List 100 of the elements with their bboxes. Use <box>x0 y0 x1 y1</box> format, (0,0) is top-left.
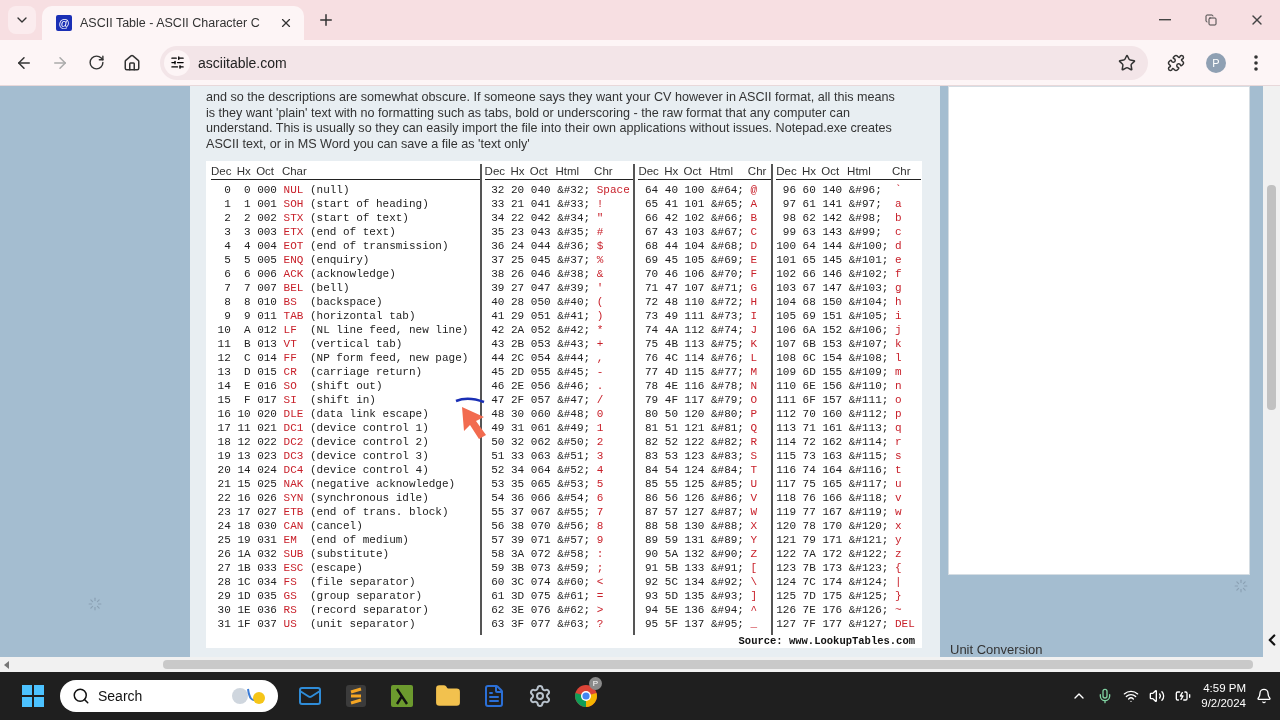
address-bar[interactable]: asciitable.com <box>160 45 1148 80</box>
battery-icon[interactable] <box>1175 688 1192 704</box>
tab-list-button[interactable] <box>8 6 36 34</box>
notification-bell-icon[interactable] <box>1256 688 1272 704</box>
html-cell-text: &#97; <box>848 196 883 211</box>
description-cell-text: (backspace) <box>309 294 384 309</box>
hex-cell: 55 <box>664 476 678 491</box>
description-cell-text: (group separator) <box>309 588 424 603</box>
hex-cell: 20 <box>511 182 525 197</box>
hex-cell: 73 <box>802 448 816 463</box>
code-cell: EOT <box>283 238 304 253</box>
favicon: @ <box>56 15 72 31</box>
oct-cell: 002 <box>257 210 277 225</box>
hex-cell-text: 8 <box>242 294 251 309</box>
horizontal-scrollbar[interactable] <box>0 657 1280 672</box>
oct-cell: 120 <box>684 406 705 421</box>
html-cell: &#74; <box>710 322 744 337</box>
oct-cell: 163 <box>822 448 843 463</box>
hex-cell: 1E <box>237 602 251 617</box>
hex-cell: 61 <box>802 196 816 211</box>
bookmark-star-icon[interactable] <box>1118 53 1136 72</box>
browser-tab[interactable]: @ ASCII Table - ASCII Character C <box>42 6 304 40</box>
dec-cell: 105 <box>776 308 796 323</box>
oct-cell: 030 <box>257 518 277 533</box>
clock[interactable]: 4:59 PM 9/2/2024 <box>1201 681 1246 711</box>
oct-cell: 046 <box>530 266 551 281</box>
oct-cell: 024 <box>257 462 277 477</box>
char-cell-text: ] <box>750 588 759 603</box>
html-cell: &#44; <box>557 350 591 365</box>
dec-cell-text: 77 <box>644 364 659 379</box>
oct-cell: 077 <box>530 616 551 631</box>
site-info-icon[interactable] <box>164 49 190 76</box>
hex-cell: 38 <box>511 518 525 533</box>
oct-cell: 001 <box>257 196 277 211</box>
oct-cell: 057 <box>530 392 551 407</box>
char-cell-text: ? <box>596 616 605 631</box>
char-cell-text: } <box>894 588 903 603</box>
dec-cell-text: 27 <box>216 560 231 575</box>
oct-cell: 170 <box>822 518 843 533</box>
taskbar-search[interactable]: Search <box>60 680 278 712</box>
column-header: Oct <box>529 163 549 179</box>
html-cell: &#85; <box>710 476 744 491</box>
oct-cell: 104 <box>684 238 705 253</box>
scrollbar-thumb[interactable] <box>163 660 1253 669</box>
oct-cell: 056 <box>530 378 551 393</box>
scrollbar-thumb[interactable] <box>1267 185 1276 410</box>
html-cell: &#115; <box>848 448 889 463</box>
column-header: Chr <box>747 163 768 179</box>
hex-cell: 29 <box>511 308 525 323</box>
oct-cell: 100 <box>684 182 705 197</box>
hex-cell: 58 <box>664 518 678 533</box>
column-header: Oct <box>683 163 703 179</box>
hex-cell: 5C <box>664 574 678 589</box>
code-cell: BEL <box>283 280 304 295</box>
html-cell: &#101; <box>848 252 889 267</box>
dec-cell-text: 30 <box>216 602 231 617</box>
oct-cell: 141 <box>822 196 843 211</box>
oct-cell: 136 <box>684 602 705 617</box>
hex-cell: 34 <box>511 462 525 477</box>
profile-badge: P <box>589 677 602 690</box>
html-cell: &#93; <box>710 588 744 603</box>
description-cell-text: (cancel) <box>309 518 364 533</box>
dec-cell-text: 91 <box>644 560 659 575</box>
oct-cell: 105 <box>684 252 705 267</box>
hex-cell: 22 <box>511 210 525 225</box>
char-cell-text: ) <box>596 308 605 323</box>
char-cell-text: ; <box>596 560 605 575</box>
oct-cell: 103 <box>684 224 705 239</box>
char-cell-text: . <box>596 378 605 393</box>
oct-cell: 175 <box>822 588 843 603</box>
html-cell: &#34; <box>557 210 591 225</box>
oct-cell: 027 <box>257 504 277 519</box>
description-cell-text: (end of trans. block) <box>309 504 450 519</box>
hex-cell-text: 7 <box>242 280 251 295</box>
sidebar-heading: Unit Conversion <box>950 642 1043 657</box>
oct-cell: 177 <box>822 616 843 631</box>
dec-cell-text: 66 <box>644 210 659 225</box>
char-cell-text: , <box>596 350 605 365</box>
hex-cell: 6A <box>802 322 816 337</box>
code-editor-icon <box>345 684 367 708</box>
dec-cell: 121 <box>776 532 796 547</box>
oct-cell: 155 <box>822 364 843 379</box>
char-cell-text: D <box>750 238 759 253</box>
code-cell: ETB <box>283 504 304 519</box>
description-cell-text: (start of text) <box>309 210 410 225</box>
hex-cell-text: 3 <box>242 224 251 239</box>
dec-cell-text: 57 <box>490 532 505 547</box>
dec-cell-text: 48 <box>490 406 505 421</box>
dec-cell-text: 37 <box>490 252 505 267</box>
speaker-icon[interactable] <box>1149 688 1166 704</box>
html-cell: &#92; <box>710 574 744 589</box>
oct-cell: 041 <box>530 196 551 211</box>
oct-cell: 052 <box>530 322 551 337</box>
oct-cell: 076 <box>530 602 551 617</box>
wifi-icon[interactable] <box>1123 688 1140 704</box>
oct-cell: 013 <box>257 336 277 351</box>
hex-cell: 10 <box>237 406 251 421</box>
hex-cell: 70 <box>802 406 816 421</box>
dec-cell: 111 <box>776 392 796 407</box>
vertical-scrollbar[interactable] <box>1263 86 1280 657</box>
